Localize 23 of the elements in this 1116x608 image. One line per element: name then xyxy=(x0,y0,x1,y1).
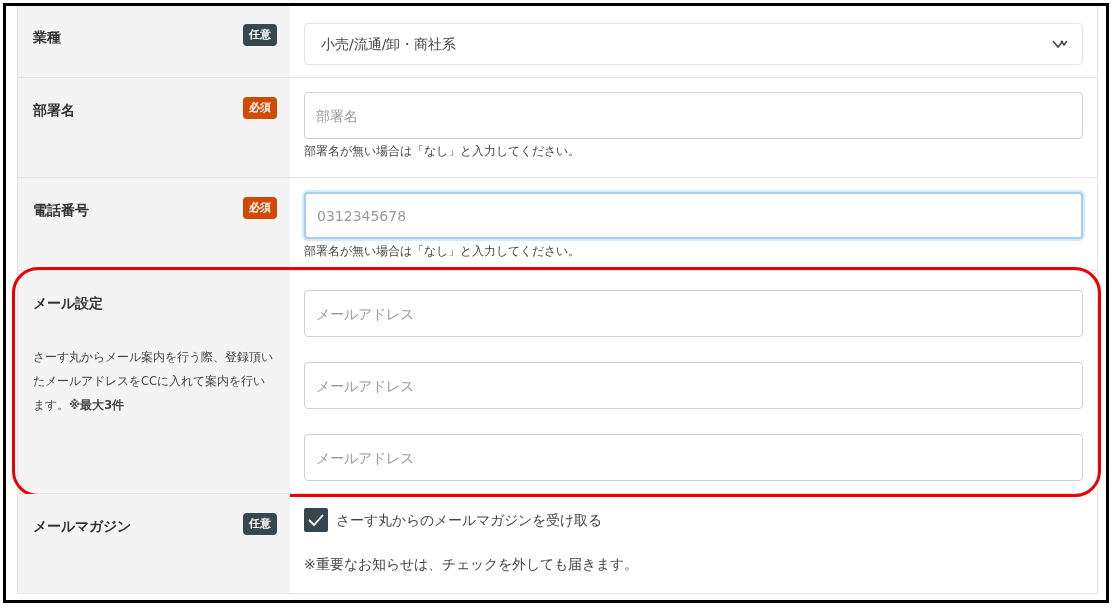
input-field[interactable]: 部署名 xyxy=(304,92,1083,139)
select-dropdown[interactable]: 小売/流通/卸・商社系 xyxy=(304,23,1083,65)
field-label: 業種 xyxy=(33,28,61,47)
checkbox[interactable] xyxy=(304,508,328,532)
help-text: 部署名が無い場合は「なし」と入力してください。 xyxy=(304,143,581,159)
input-field[interactable]: メールアドレス xyxy=(304,434,1083,481)
help-text: ※重要なお知らせは、チェックを外しても届きます。 xyxy=(304,555,639,574)
chevron-icon xyxy=(1052,39,1068,49)
input-field[interactable]: 0312345678 xyxy=(304,192,1083,239)
badge: 必須 xyxy=(243,97,277,119)
input-field[interactable]: メールアドレス xyxy=(304,290,1083,337)
field-label: 部署名 xyxy=(33,101,75,120)
input-field[interactable]: メールアドレス xyxy=(304,362,1083,409)
check-icon xyxy=(308,514,324,526)
badge: 任意 xyxy=(243,513,277,535)
field-label: 電話番号 xyxy=(33,201,89,220)
checkbox-label[interactable]: さーす丸からのメールマガジンを受け取る xyxy=(336,509,602,531)
field-label: メールマガジン xyxy=(33,517,131,536)
field-label: メール設定 xyxy=(33,294,103,313)
description-text: さーす丸からメール案内を行う際、登録頂いたメールアドレスをCCに入れて案内を行います。※最大3件 xyxy=(33,349,273,414)
badge: 任意 xyxy=(243,24,277,46)
help-text: 部署名が無い場合は「なし」と入力してください。 xyxy=(304,243,581,259)
badge: 必須 xyxy=(243,197,277,219)
